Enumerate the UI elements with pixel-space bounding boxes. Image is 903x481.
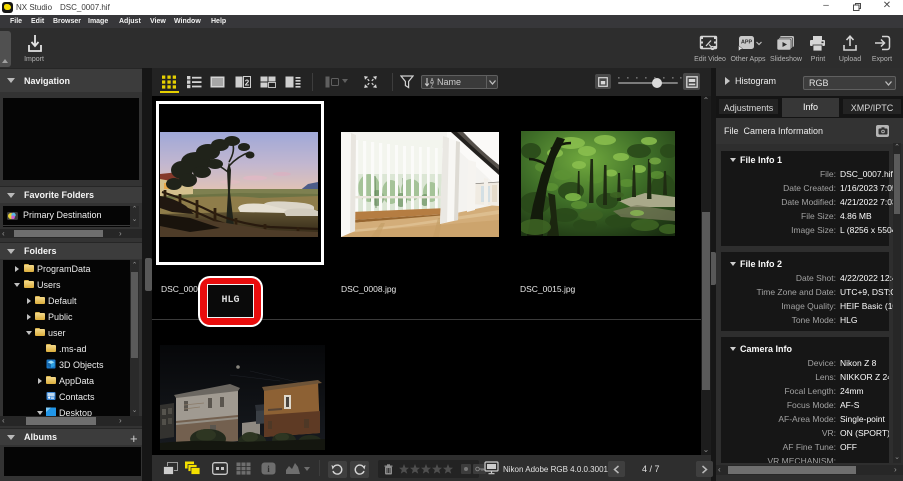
- svg-text:Z: Z: [430, 84, 433, 89]
- svg-text:2: 2: [245, 79, 250, 88]
- svg-text:APP: APP: [741, 40, 752, 46]
